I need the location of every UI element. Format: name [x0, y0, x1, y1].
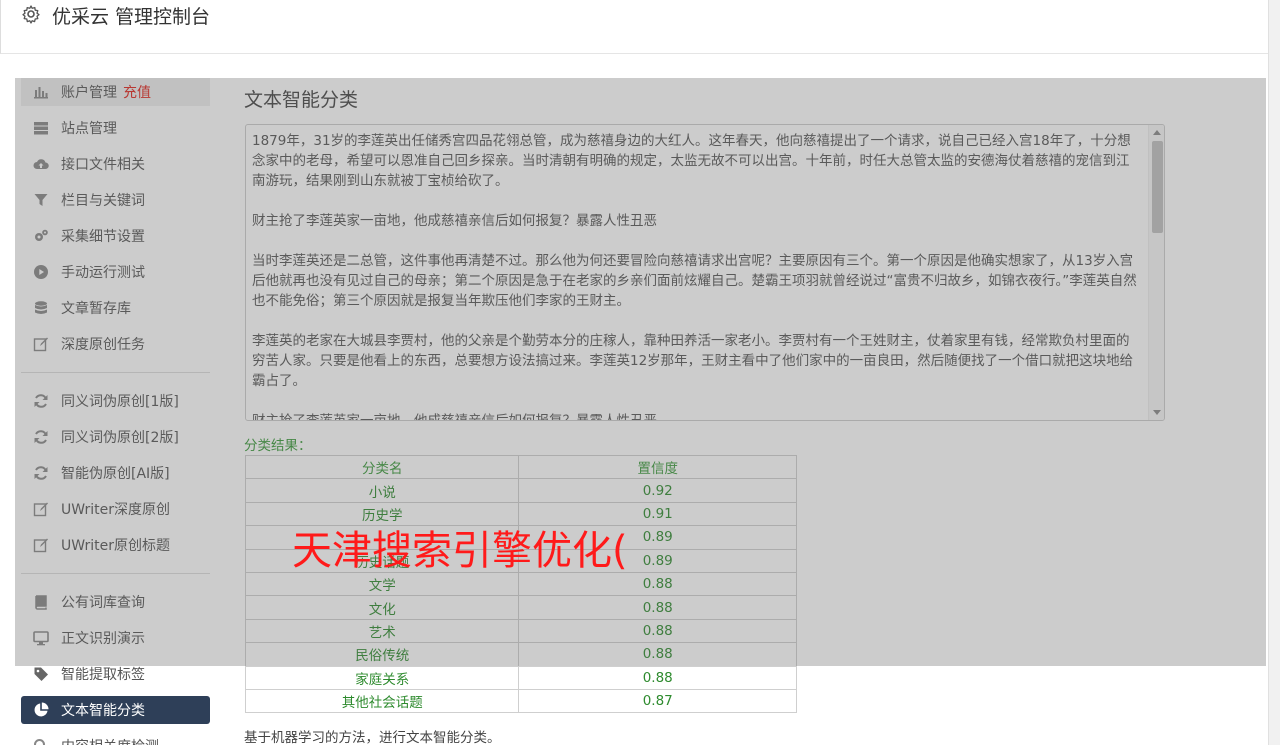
result-label: 分类结果： — [244, 438, 312, 454]
sidebar-item-label: 深度原创任务 — [61, 337, 145, 353]
sidebar-item-label: 智能提取标签 — [61, 667, 145, 683]
page-scrollbar[interactable] — [1268, 0, 1280, 745]
sidebar-item-label: 智能伪原创[AI版] — [61, 466, 170, 482]
sidebar-item-label: 手动运行测试 — [61, 265, 145, 281]
sidebar-item-label: 公有词库查询 — [61, 595, 145, 611]
table-row: 民俗传统 0.88 — [244, 642, 797, 667]
sidebar-item-label: 文章暂存库 — [61, 301, 131, 317]
tag-icon — [33, 666, 49, 682]
scroll-down-arrow-icon[interactable] — [1153, 410, 1161, 415]
confidence-cell: 0.88 — [518, 595, 797, 620]
cloud-upload-icon — [33, 156, 49, 172]
sidebar-item-label: 同义词伪原创[2版] — [61, 430, 179, 446]
refresh-icon — [33, 393, 49, 409]
sidebar-item-label: 栏目与关键词 — [61, 193, 145, 209]
scroll-thumb[interactable] — [1152, 141, 1163, 233]
table-row: 文化 0.88 — [244, 595, 797, 620]
sidebar-item-api-files[interactable]: 接口文件相关 — [21, 150, 210, 178]
confidence-cell: 0.92 — [518, 478, 797, 503]
sidebar-item-smart-ai[interactable]: 智能伪原创[AI版] — [21, 459, 210, 487]
sidebar-item-label: 正文识别演示 — [61, 631, 145, 647]
page-title: 文本智能分类 — [244, 89, 359, 111]
text-paragraph: 李莲英的老家在大城县李贾村，他的父亲是个勤劳本分的庄稼人，靠种田养活一家老小。李… — [252, 333, 1134, 389]
sidebar-item-label: 内容相关度检测 — [61, 736, 159, 745]
column-header-confidence: 置信度 — [518, 454, 797, 480]
sidebar-item-label: 采集细节设置 — [61, 229, 145, 245]
category-cell: 其他社会话题 — [244, 688, 520, 714]
server-icon — [33, 120, 49, 136]
confidence-cell: 0.87 — [518, 688, 797, 714]
sidebar-item-sites[interactable]: 站点管理 — [21, 114, 210, 142]
textarea-scrollbar[interactable] — [1148, 125, 1164, 420]
bar-chart-icon — [33, 84, 49, 100]
sidebar-divider — [21, 372, 210, 373]
sidebar-item-columns-keywords[interactable]: 栏目与关键词 — [21, 186, 210, 214]
sidebar-item-label: 接口文件相关 — [61, 157, 145, 173]
confidence-cell: 0.88 — [518, 665, 797, 690]
gear-icon — [21, 4, 41, 24]
top-bar: 优采云 管理控制台 — [0, 0, 1268, 54]
text-paragraph: 当时李莲英还是二总管，这件事他再清楚不过。那么他为何还要冒险向慈禧请求出宫呢？主… — [252, 253, 1137, 309]
pie-chart-icon — [33, 702, 49, 718]
table-row: 其他社会话题 0.87 — [244, 688, 797, 714]
recharge-link[interactable]: 充值 — [123, 82, 151, 102]
edit-icon — [33, 336, 49, 352]
text-paragraph: 1879年，31岁的李莲英出任储秀宫四品花翎总管，成为慈禧身边的大红人。这年春天… — [252, 133, 1131, 189]
sidebar-item-article-store[interactable]: 文章暂存库 — [21, 294, 210, 322]
app-title: 优采云 管理控制台 — [52, 6, 211, 28]
search-icon — [33, 738, 49, 745]
sidebar-item-label: 文本智能分类 — [61, 703, 145, 719]
sidebar-item-relevance-check[interactable]: 内容相关度检测 — [21, 732, 210, 745]
category-cell: 艺术 — [244, 618, 520, 644]
sidebar-item-deep-original[interactable]: 深度原创任务 — [21, 330, 210, 358]
text-input-area[interactable]: 1879年，31岁的李莲英出任储秀宫四品花翎总管，成为慈禧身边的大红人。这年春天… — [245, 124, 1165, 421]
result-table: 分类名 置信度 小说 0.92 历史学 0.91 0.89 历史话题 0.89 文学 0… — [244, 454, 797, 714]
sidebar-item-manual-run[interactable]: 手动运行测试 — [21, 258, 210, 286]
confidence-cell: 0.88 — [518, 642, 797, 667]
sidebar-item-label: 同义词伪原创[1版] — [61, 394, 179, 410]
text-content[interactable]: 1879年，31岁的李莲英出任储秀宫四品花翎总管，成为慈禧身边的大红人。这年春天… — [252, 131, 1142, 421]
database-icon — [33, 300, 49, 316]
sidebar-divider — [21, 573, 210, 574]
text-paragraph: 财主抢了李莲英家一亩地，他成慈禧亲信后如何报复？暴露人性丑恶 — [252, 213, 657, 229]
filter-icon — [33, 192, 49, 208]
sidebar-item-synonym-v1[interactable]: 同义词伪原创[1版] — [21, 387, 210, 415]
category-cell: 小说 — [244, 478, 520, 503]
method-description: 基于机器学习的方法，进行文本智能分类。 — [244, 730, 501, 745]
refresh-icon — [33, 429, 49, 445]
watermark-text: 天津搜索引擎优化( — [292, 528, 628, 574]
sidebar-item-uwriter-title[interactable]: UWriter原创标题 — [21, 531, 210, 559]
sidebar: 账户管理 充值 站点管理 接口文件相关 栏目与关键词 采集细节设置 手动运行测试… — [15, 78, 215, 745]
sidebar-item-collect-settings[interactable]: 采集细节设置 — [21, 222, 210, 250]
cogs-icon — [33, 228, 49, 244]
scroll-up-arrow-icon[interactable] — [1153, 130, 1161, 135]
sidebar-item-label: 账户管理 — [61, 85, 117, 101]
column-header-category: 分类名 — [244, 454, 520, 480]
refresh-icon — [33, 465, 49, 481]
book-icon — [33, 594, 49, 610]
sidebar-item-label: UWriter原创标题 — [61, 538, 170, 554]
sidebar-item-text-recognition[interactable]: 正文识别演示 — [21, 624, 210, 652]
category-cell: 家庭关系 — [244, 665, 520, 690]
table-row: 家庭关系 0.88 — [244, 665, 797, 690]
sidebar-item-text-classify[interactable]: 文本智能分类 — [21, 696, 210, 724]
category-cell: 文化 — [244, 595, 520, 620]
sidebar-item-account[interactable]: 账户管理 充值 — [21, 78, 210, 106]
edit-icon — [33, 537, 49, 553]
table-row: 小说 0.92 — [244, 478, 797, 503]
table-header-row: 分类名 置信度 — [244, 454, 797, 480]
play-circle-icon — [33, 264, 49, 280]
sidebar-item-public-lexicon[interactable]: 公有词库查询 — [21, 588, 210, 616]
sidebar-item-synonym-v2[interactable]: 同义词伪原创[2版] — [21, 423, 210, 451]
text-paragraph: 财主抢了李莲英家一亩地，他成慈禧亲信后如何报复？暴露人性丑恶 — [252, 413, 657, 421]
edit-icon — [33, 501, 49, 517]
sidebar-item-extract-tags[interactable]: 智能提取标签 — [21, 660, 210, 688]
sidebar-item-label: 站点管理 — [61, 121, 117, 137]
sidebar-item-uwriter-deep[interactable]: UWriter深度原创 — [21, 495, 210, 523]
confidence-cell: 0.88 — [518, 618, 797, 644]
category-cell: 民俗传统 — [244, 642, 520, 667]
desktop-icon — [33, 630, 49, 646]
sidebar-item-label: UWriter深度原创 — [61, 502, 170, 518]
table-row: 艺术 0.88 — [244, 618, 797, 644]
